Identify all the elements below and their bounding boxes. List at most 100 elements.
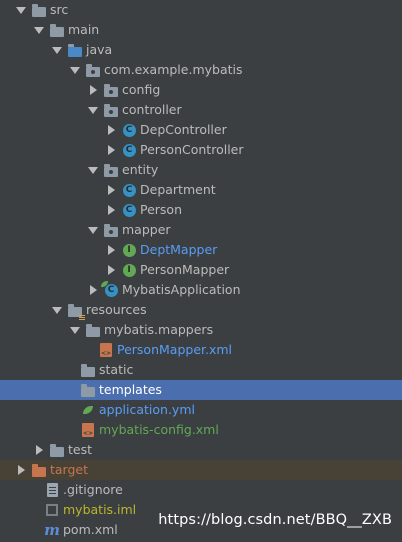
collapse-arrow-icon[interactable] [104, 240, 118, 260]
expand-arrow-icon[interactable] [14, 0, 28, 20]
module-file-icon [44, 502, 60, 518]
tree-node-static[interactable]: static [0, 360, 402, 380]
tree-node-controller[interactable]: controller [0, 100, 402, 120]
text-file-icon [44, 482, 60, 498]
tree-node-personmapper-xml[interactable]: <> PersonMapper.xml [0, 340, 402, 360]
tree-node-label: main [68, 22, 100, 37]
tree-node-label: templates [99, 382, 162, 397]
tree-node-personcontroller[interactable]: C PersonController [0, 140, 402, 160]
tree-node-label: static [99, 362, 134, 377]
interface-icon: I [121, 242, 137, 258]
tree-node-label: Person [140, 202, 183, 217]
expand-arrow-icon[interactable] [86, 220, 100, 240]
tree-node-src[interactable]: src [0, 0, 402, 20]
package-icon [103, 82, 119, 98]
expand-arrow-icon[interactable] [50, 300, 64, 320]
tree-node-label: PersonMapper [140, 262, 230, 277]
class-icon: C [121, 142, 137, 158]
collapse-arrow-icon[interactable] [104, 180, 118, 200]
collapse-arrow-icon[interactable] [14, 460, 28, 480]
tree-node-label: controller [122, 102, 182, 117]
tree-node-label: PersonController [140, 142, 244, 157]
source-folder-icon [67, 42, 83, 58]
tree-node-resources[interactable]: resources [0, 300, 402, 320]
tree-node-label: target [50, 462, 89, 477]
watermark-text: https://blog.csdn.net/BBQ__ZXB [158, 512, 392, 528]
tree-node-target[interactable]: target [0, 460, 402, 480]
folder-icon [49, 442, 65, 458]
collapse-arrow-icon[interactable] [86, 80, 100, 100]
tree-node-label: DeptMapper [140, 242, 218, 257]
tree-node-java[interactable]: java [0, 40, 402, 60]
tree-node-label: mybatis.mappers [104, 322, 214, 337]
tree-node-personmapper[interactable]: I PersonMapper [0, 260, 402, 280]
project-tree[interactable]: src main java com.example.mybatis config… [0, 0, 402, 542]
xml-file-icon: <> [98, 342, 114, 358]
package-icon [103, 162, 119, 178]
collapse-arrow-icon[interactable] [104, 260, 118, 280]
spring-boot-class-icon: C [101, 281, 119, 298]
tree-node-label: config [122, 82, 161, 97]
resources-folder-icon [67, 302, 85, 320]
folder-icon [85, 322, 101, 338]
class-icon: C [121, 122, 137, 138]
tree-node-label: application.yml [99, 402, 195, 417]
expand-arrow-icon[interactable] [68, 60, 82, 80]
tree-node-label: mybatis.iml [63, 502, 137, 517]
tree-node-label: MybatisApplication [122, 282, 241, 297]
tree-node-deptmapper[interactable]: I DeptMapper [0, 240, 402, 260]
tree-node-mybatis-mappers[interactable]: mybatis.mappers [0, 320, 402, 340]
expand-arrow-icon[interactable] [68, 320, 82, 340]
tree-node-label: mybatis-config.xml [99, 422, 219, 437]
tree-node-label: com.example.mybatis [104, 62, 243, 77]
tree-node-mybatisapplication[interactable]: C MybatisApplication [0, 280, 402, 300]
collapse-arrow-icon[interactable] [104, 200, 118, 220]
tree-node-config[interactable]: config [0, 80, 402, 100]
tree-node-label: PersonMapper.xml [117, 342, 233, 357]
collapse-arrow-icon[interactable] [104, 140, 118, 160]
tree-node-label: java [86, 42, 113, 57]
expand-arrow-icon[interactable] [50, 40, 64, 60]
tree-node-templates[interactable]: templates [0, 380, 402, 400]
folder-icon [31, 2, 47, 18]
tree-node-person[interactable]: C Person [0, 200, 402, 220]
package-icon [103, 102, 119, 118]
tree-node-label: src [50, 2, 69, 17]
tree-node-label: resources [86, 302, 147, 317]
folder-icon [49, 22, 65, 38]
collapse-arrow-icon[interactable] [32, 440, 46, 460]
class-icon: C [121, 182, 137, 198]
expand-arrow-icon[interactable] [86, 160, 100, 180]
tree-node-main[interactable]: main [0, 20, 402, 40]
interface-icon: I [121, 262, 137, 278]
tree-node-department[interactable]: C Department [0, 180, 402, 200]
tree-node-label: DepController [140, 122, 227, 137]
package-icon [85, 62, 101, 78]
collapse-arrow-icon[interactable] [104, 120, 118, 140]
class-icon: C [121, 202, 137, 218]
xml-file-icon: <> [80, 422, 96, 438]
tree-node-label: test [68, 442, 93, 457]
package-icon [103, 222, 119, 238]
folder-icon [80, 382, 96, 398]
tree-node-label: entity [122, 162, 159, 177]
collapse-arrow-icon[interactable] [86, 280, 100, 300]
tree-node-entity[interactable]: entity [0, 160, 402, 180]
tree-node-package-root[interactable]: com.example.mybatis [0, 60, 402, 80]
tree-node-application-yml[interactable]: application.yml [0, 400, 402, 420]
expand-arrow-icon[interactable] [32, 20, 46, 40]
maven-icon: m [44, 521, 60, 539]
tree-node-label: Department [140, 182, 216, 197]
excluded-folder-icon [31, 462, 47, 478]
tree-node-label: mapper [122, 222, 171, 237]
tree-node-test[interactable]: test [0, 440, 402, 460]
folder-icon [80, 362, 96, 378]
tree-node-label: pom.xml [63, 522, 118, 537]
tree-node-depcontroller[interactable]: C DepController [0, 120, 402, 140]
tree-node-mapper[interactable]: mapper [0, 220, 402, 240]
tree-node-gitignore[interactable]: .gitignore [0, 480, 402, 500]
tree-node-mybatis-config-xml[interactable]: <> mybatis-config.xml [0, 420, 402, 440]
expand-arrow-icon[interactable] [86, 100, 100, 120]
yaml-file-icon [80, 402, 96, 418]
tree-node-label: .gitignore [63, 482, 123, 497]
